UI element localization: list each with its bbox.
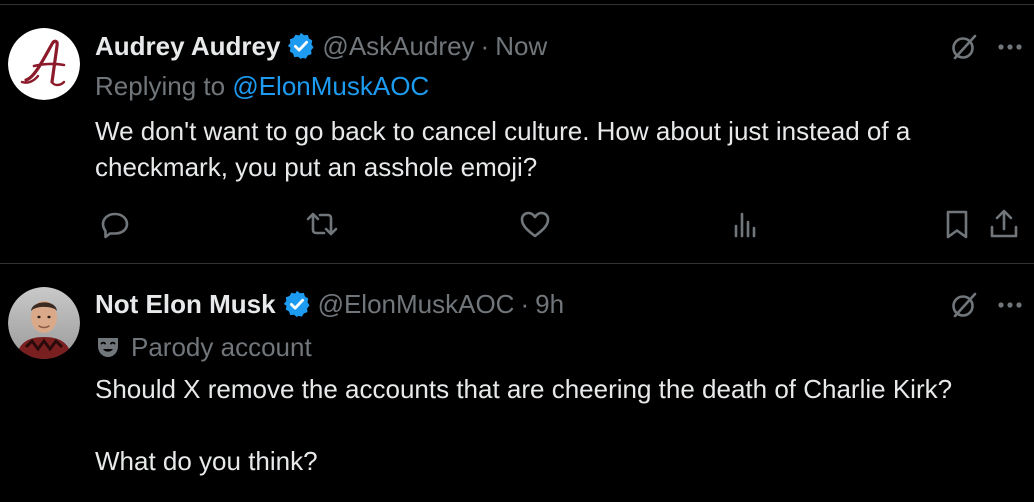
tweet[interactable]: Audrey Audrey @AskAudrey · Now Replying … — [0, 0, 1034, 263]
repost-button[interactable] — [304, 206, 340, 242]
separator-dot: · — [520, 288, 530, 319]
share-button[interactable] — [986, 206, 1022, 242]
display-name[interactable]: Audrey Audrey — [95, 31, 280, 62]
more-options-icon[interactable] — [994, 31, 1026, 63]
replying-to-label: Replying to — [95, 71, 226, 101]
letter-a-monogram-avatar-icon — [8, 28, 80, 100]
share-icon — [990, 209, 1018, 238]
bookmark-icon — [946, 210, 968, 239]
tweet-header: Not Elon Musk @ElonMuskAOC · 9h — [95, 286, 564, 322]
views-icon — [734, 212, 756, 238]
tweet-text: We don't want to go back to cancel cultu… — [95, 113, 995, 185]
verified-badge-icon[interactable] — [286, 31, 316, 61]
like-button[interactable] — [517, 206, 553, 242]
timestamp[interactable]: Now — [495, 31, 547, 62]
views-button[interactable] — [727, 206, 763, 242]
avatar[interactable] — [8, 287, 80, 359]
tweet-text: Should X remove the accounts that are ch… — [95, 371, 995, 479]
tweet-body: We don't want to go back to cancel cultu… — [95, 116, 911, 182]
tweet[interactable]: Not Elon Musk @ElonMuskAOC · 9h Parody a… — [0, 264, 1034, 502]
separator-dot: · — [480, 30, 490, 61]
timeline: Audrey Audrey @AskAudrey · Now Replying … — [0, 0, 1034, 502]
timestamp[interactable]: 9h — [535, 289, 564, 320]
like-icon — [520, 211, 550, 238]
more-options-icon[interactable] — [994, 289, 1026, 321]
display-name[interactable]: Not Elon Musk — [95, 289, 276, 320]
tweet-line: Should X remove the accounts that are ch… — [95, 374, 953, 404]
replying-to: Replying to @ElonMuskAOC — [95, 71, 429, 102]
reply-button[interactable] — [97, 206, 133, 242]
repost-icon — [306, 212, 338, 236]
tweet-line: What do you think? — [95, 446, 318, 476]
user-handle[interactable]: @ElonMuskAOC — [318, 289, 515, 320]
parody-account-label: Parody account — [95, 329, 312, 365]
tweet-actions — [0, 206, 1034, 242]
person-photo-avatar-icon — [8, 287, 80, 359]
grok-icon[interactable] — [948, 289, 980, 321]
tweet-header: Audrey Audrey @AskAudrey · Now — [95, 28, 547, 64]
parody-label-text: Parody account — [131, 331, 312, 362]
replying-to-handle-link[interactable]: @ElonMuskAOC — [232, 71, 429, 101]
theater-mask-icon — [95, 334, 121, 360]
grok-icon[interactable] — [948, 31, 980, 63]
avatar[interactable] — [8, 28, 80, 100]
bookmark-button[interactable] — [939, 206, 975, 242]
user-handle[interactable]: @AskAudrey — [322, 31, 474, 62]
reply-icon — [101, 212, 129, 239]
verified-badge-icon[interactable] — [282, 289, 312, 319]
